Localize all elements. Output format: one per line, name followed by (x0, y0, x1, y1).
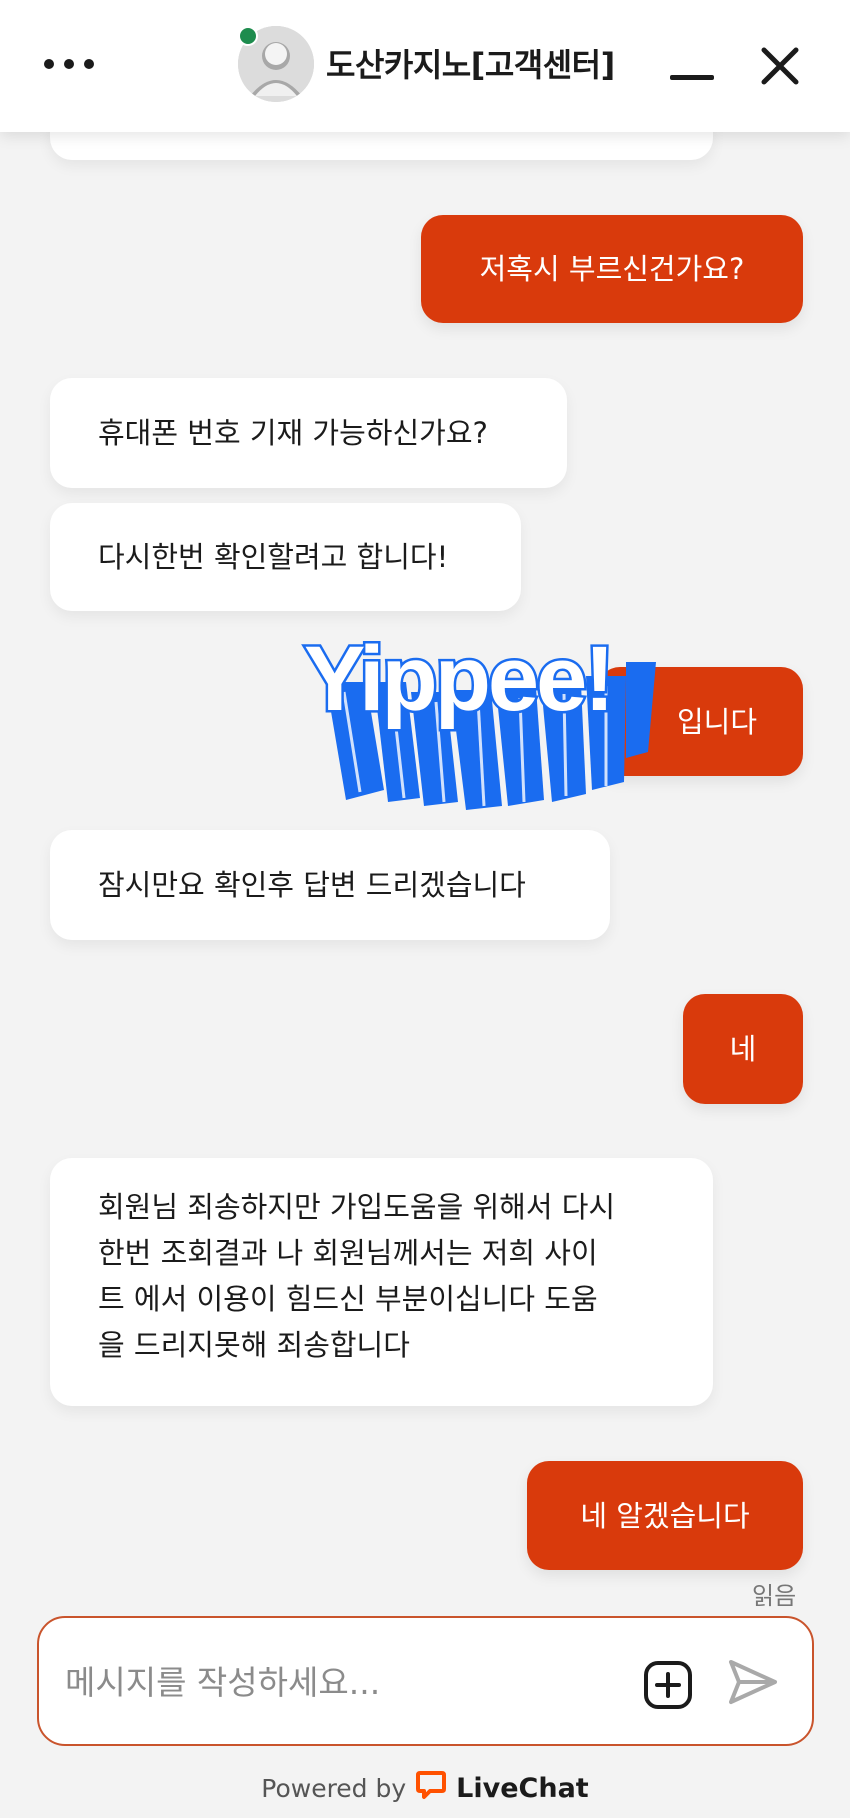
message-input[interactable] (65, 1654, 625, 1710)
agent-message-bubble: 휴대폰 번호 기재 가능하신가요? (50, 378, 567, 488)
livechat-brand: LiveChat (456, 1772, 589, 1804)
powered-by-footer[interactable]: Powered by LiveChat (0, 1770, 850, 1806)
yippee-sticker: Yippee! (296, 622, 682, 810)
agent-avatar (238, 26, 314, 102)
add-attachment-icon[interactable] (643, 1660, 693, 1710)
sticker-text: Yippee! (304, 628, 612, 730)
read-status: 읽음 (752, 1582, 797, 1610)
message-composer (37, 1616, 814, 1746)
visitor-message-bubble: 네 알겠습니다 (527, 1461, 803, 1570)
chat-title: 도산카지노[고객센터] (326, 46, 615, 84)
agent-message-bubble: 잠시만요 확인후 답변 드리겠습니다 (50, 830, 610, 940)
livechat-logo-icon (416, 1770, 447, 1806)
message-line: 을 드리지못해 죄송합니다 (98, 1328, 410, 1362)
message-line: 트 에서 이용이 힘드신 부분이십니다 도움 (98, 1282, 598, 1316)
agent-message-bubble: 다시한번 확인할려고 합니다! (50, 503, 521, 611)
agent-message-bubble: 회원님 죄송하지만 가입도움을 위해서 다시 한번 조회결과 나 회원님께서는 … (50, 1158, 713, 1406)
online-status-indicator (238, 26, 258, 46)
chat-header: 도산카지노[고객센터] (0, 0, 850, 132)
message-line: 회원님 죄송하지만 가입도움을 위해서 다시 (98, 1190, 616, 1224)
visitor-message-bubble: 저혹시 부르신건가요? (421, 215, 803, 323)
minimize-icon[interactable] (670, 44, 716, 84)
powered-by-label: Powered by (261, 1773, 407, 1803)
send-icon[interactable] (727, 1656, 779, 1708)
close-icon[interactable] (758, 44, 802, 88)
menu-dots-icon[interactable] (44, 52, 100, 76)
message-line: 한번 조회결과 나 회원님께서는 저희 사이 (98, 1236, 598, 1270)
visitor-message-bubble: 네 (683, 994, 803, 1104)
visitor-message-text: 입니다 (676, 704, 757, 739)
